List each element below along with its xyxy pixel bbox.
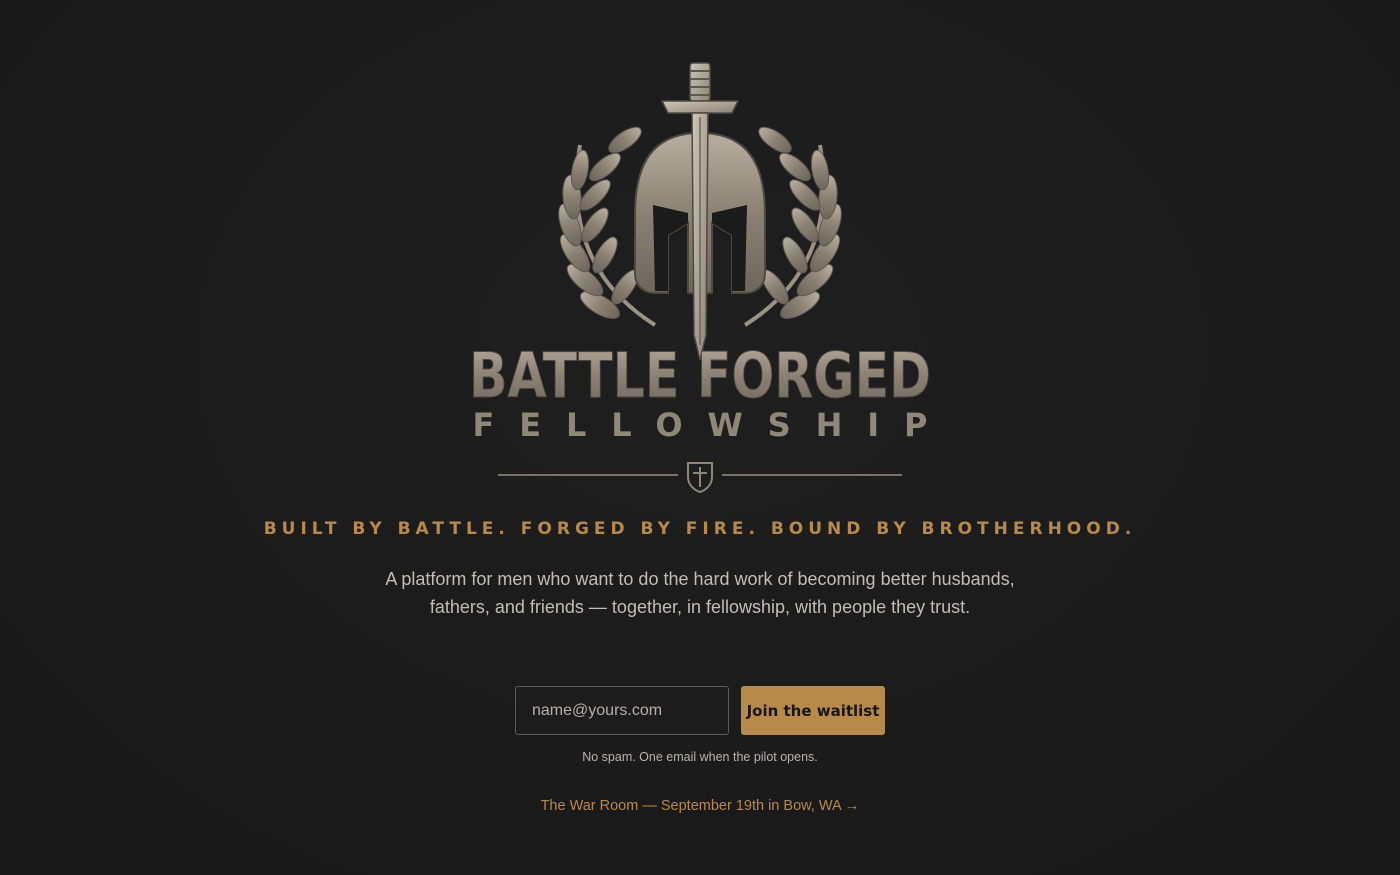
waitlist-form: Join the waitlist [515,686,885,735]
spam-note: No spam. One email when the pilot opens. [582,750,818,764]
shield-cross-icon [687,462,713,494]
hero-description: A platform for men who want to do the ha… [385,569,1015,617]
join-waitlist-button[interactable]: Join the waitlist [741,686,885,735]
tagline: BUILT BY BATTLE. FORGED BY FIRE. BOUND B… [263,519,1137,539]
logo-wordmark-line1: BATTLE FORGED [469,339,931,412]
brand-logo: BATTLE FORGED FELLOWSHIP [440,55,960,500]
event-link-container: The War Room — September 19th in Bow, WA… [0,796,1400,816]
war-room-event-link[interactable]: The War Room — September 19th in Bow, WA… [541,798,860,814]
landing-page: BATTLE FORGED FELLOWSHIP BUILT BY BATTLE… [0,0,1400,875]
email-input[interactable] [515,686,729,735]
